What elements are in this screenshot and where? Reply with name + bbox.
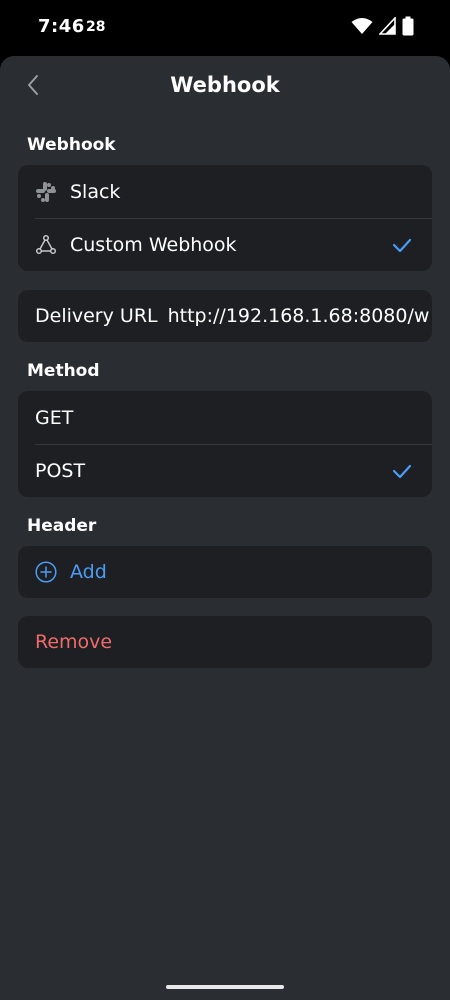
webhook-option-label: Slack: [70, 180, 121, 203]
plus-circle-icon: [35, 561, 57, 583]
webhook-option-label: Custom Webhook: [70, 233, 237, 256]
webhook-type-card: Slack Custom Webhook: [18, 165, 432, 271]
header: Webhook: [0, 56, 450, 118]
status-date: 28: [86, 19, 106, 35]
webhook-option-custom[interactable]: Custom Webhook: [18, 218, 432, 271]
remove-card: Remove: [18, 616, 432, 668]
method-card: GET POST: [18, 391, 432, 497]
check-icon: [392, 235, 412, 255]
status-time: 7:46: [38, 16, 85, 37]
add-header-label: Add: [70, 561, 107, 583]
delivery-url-input[interactable]: [167, 305, 432, 327]
status-icons: [351, 15, 414, 40]
home-indicator[interactable]: [166, 985, 284, 989]
check-icon: [392, 461, 412, 481]
method-option-label: POST: [35, 459, 86, 482]
webhook-section-label: Webhook: [27, 135, 116, 155]
remove-label: Remove: [35, 631, 113, 653]
add-header-button[interactable]: Add: [18, 546, 432, 598]
delivery-url-card: Delivery URL: [18, 290, 432, 342]
method-option-label: GET: [35, 406, 74, 429]
signal-icon: [378, 15, 396, 39]
method-section-label: Method: [27, 361, 100, 381]
method-option-get[interactable]: GET: [18, 391, 432, 444]
remove-button[interactable]: Remove: [18, 616, 432, 668]
header-section-label: Header: [27, 516, 97, 536]
wifi-icon: [351, 17, 373, 39]
webhook-option-slack[interactable]: Slack: [18, 165, 432, 218]
page-title: Webhook: [170, 73, 280, 97]
delivery-url-label: Delivery URL: [35, 305, 158, 327]
header-card: Add: [18, 546, 432, 598]
battery-icon: [402, 16, 414, 40]
slack-icon: [35, 181, 57, 203]
webhook-icon: [35, 234, 57, 256]
delivery-url-row: Delivery URL: [18, 290, 432, 342]
webhook-sheet: Webhook Webhook Slack Custom Webhook Del…: [0, 56, 450, 1000]
status-bar: 7:46 28: [0, 0, 450, 56]
method-option-post[interactable]: POST: [18, 444, 432, 497]
